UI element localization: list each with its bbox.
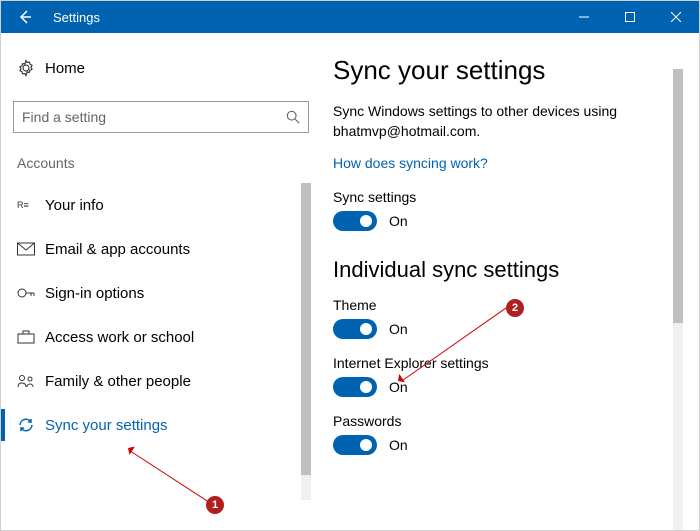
sidebar-nav: R≡ Your info Email & app accounts Sign-i… — [13, 183, 321, 530]
search-input[interactable]: Find a setting — [13, 101, 309, 133]
toggle-state: On — [389, 321, 408, 337]
home-label: Home — [45, 60, 85, 77]
briefcase-icon — [17, 330, 45, 344]
arrow-left-icon — [17, 9, 33, 25]
window-controls — [561, 1, 699, 33]
window-title: Settings — [49, 1, 561, 33]
toggle-ie-settings[interactable] — [333, 377, 377, 397]
sidebar-item-label: Sign-in options — [45, 285, 144, 302]
setting-label-theme: Theme — [333, 297, 699, 313]
minimize-icon — [579, 12, 589, 22]
close-icon — [671, 12, 681, 22]
sidebar-item-work[interactable]: Access work or school — [13, 315, 299, 359]
scrollbar-thumb[interactable] — [673, 69, 683, 323]
sidebar-group-header: Accounts — [13, 149, 321, 183]
page-title: Sync your settings — [333, 55, 699, 86]
section-heading: Individual sync settings — [333, 257, 699, 283]
sidebar-item-sync[interactable]: Sync your settings — [13, 403, 299, 447]
gear-icon — [17, 59, 45, 77]
toggle-theme[interactable] — [333, 319, 377, 339]
toggle-state: On — [389, 379, 408, 395]
person-icon: R≡ — [17, 198, 45, 212]
content-pane: Sync your settings Sync Windows settings… — [321, 33, 699, 530]
sidebar: Home Find a setting Accounts R≡ Your inf… — [1, 33, 321, 530]
toggle-passwords[interactable] — [333, 435, 377, 455]
email-icon — [17, 242, 45, 256]
sidebar-item-email[interactable]: Email & app accounts — [13, 227, 299, 271]
page-description: Sync Windows settings to other devices u… — [333, 102, 699, 141]
home-button[interactable]: Home — [13, 51, 321, 85]
toggle-sync-settings[interactable] — [333, 211, 377, 231]
sidebar-item-label: Your info — [45, 197, 104, 214]
family-icon — [17, 374, 45, 388]
sidebar-item-label: Email & app accounts — [45, 241, 190, 258]
sidebar-item-label: Sync your settings — [45, 417, 168, 434]
titlebar: Settings — [1, 1, 699, 33]
maximize-icon — [625, 12, 635, 22]
search-placeholder: Find a setting — [22, 109, 286, 125]
search-icon — [286, 110, 300, 124]
toggle-state: On — [389, 437, 408, 453]
sync-icon — [17, 417, 45, 433]
setting-label-master: Sync settings — [333, 189, 699, 205]
sidebar-scrollbar[interactable] — [301, 183, 311, 500]
sidebar-item-signin[interactable]: Sign-in options — [13, 271, 299, 315]
back-button[interactable] — [1, 1, 49, 33]
toggle-state: On — [389, 213, 408, 229]
setting-label-passwords: Passwords — [333, 413, 699, 429]
setting-label-ie: Internet Explorer settings — [333, 355, 699, 371]
content-scrollbar[interactable] — [673, 69, 683, 530]
svg-text:R≡: R≡ — [17, 200, 29, 210]
help-link[interactable]: How does syncing work? — [333, 155, 699, 171]
close-button[interactable] — [653, 1, 699, 33]
sidebar-item-label: Family & other people — [45, 373, 191, 390]
scrollbar-thumb[interactable] — [301, 183, 311, 475]
sidebar-item-your-info[interactable]: R≡ Your info — [13, 183, 299, 227]
minimize-button[interactable] — [561, 1, 607, 33]
sidebar-item-family[interactable]: Family & other people — [13, 359, 299, 403]
sidebar-item-label: Access work or school — [45, 329, 194, 346]
key-icon — [17, 286, 45, 300]
maximize-button[interactable] — [607, 1, 653, 33]
